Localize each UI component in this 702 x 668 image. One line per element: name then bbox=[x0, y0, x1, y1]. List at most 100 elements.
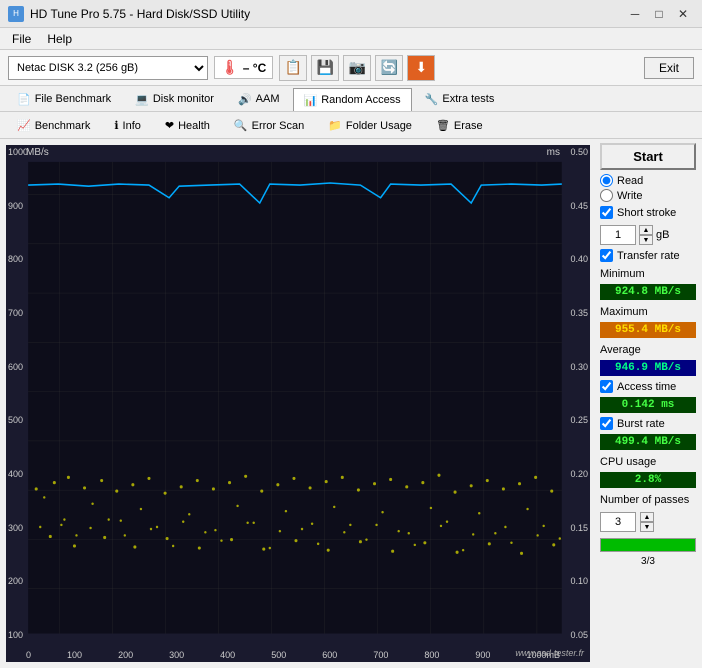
extra-tests-icon: 🔧 bbox=[425, 93, 439, 106]
chart-svg bbox=[6, 145, 590, 662]
tab-aam-label: AAM bbox=[256, 93, 280, 105]
passes-input[interactable] bbox=[600, 512, 636, 532]
transfer-rate-checkbox[interactable] bbox=[600, 249, 613, 262]
passes-up-button[interactable]: ▲ bbox=[640, 512, 654, 522]
read-label: Read bbox=[617, 175, 643, 187]
burst-rate-checkbox[interactable] bbox=[600, 417, 613, 430]
temperature-display: 🌡 – °C bbox=[214, 56, 273, 79]
disk-monitor-icon: 💻 bbox=[135, 93, 149, 106]
burst-rate-value: 499.4 MB/s bbox=[600, 434, 696, 450]
tab-file-benchmark[interactable]: 📄 File Benchmark bbox=[6, 86, 122, 111]
temperature-value: – °C bbox=[243, 61, 266, 75]
tab-extra-tests-label: Extra tests bbox=[442, 93, 494, 105]
stroke-value-row: ▲ ▼ gB bbox=[600, 225, 696, 245]
maximum-label: Maximum bbox=[600, 306, 696, 318]
info-icon: ℹ bbox=[114, 119, 118, 132]
folder-usage-icon: 📁 bbox=[328, 119, 342, 132]
tab-info[interactable]: ℹ Info bbox=[103, 112, 152, 138]
tab-folder-usage[interactable]: 📁 Folder Usage bbox=[317, 112, 423, 138]
random-access-icon: 📊 bbox=[304, 94, 318, 107]
minimize-button[interactable]: ─ bbox=[624, 3, 646, 25]
tab-health-label: Health bbox=[178, 120, 210, 132]
error-scan-icon: 🔍 bbox=[234, 119, 248, 132]
watermark: www.ssd-tester.fr bbox=[515, 648, 584, 658]
write-radio[interactable] bbox=[600, 189, 613, 202]
maximum-value: 955.4 MB/s bbox=[600, 322, 696, 338]
tab-error-scan[interactable]: 🔍 Error Scan bbox=[223, 112, 315, 138]
cpu-usage-value: 2.8% bbox=[600, 472, 696, 488]
tabs-row-1: 📄 File Benchmark 💻 Disk monitor 🔊 AAM 📊 … bbox=[0, 86, 702, 112]
read-radio-row[interactable]: Read bbox=[600, 174, 696, 187]
exit-button[interactable]: Exit bbox=[644, 57, 694, 79]
title-bar-text: HD Tune Pro 5.75 - Hard Disk/SSD Utility bbox=[30, 7, 250, 21]
benchmark-icon: 📈 bbox=[17, 119, 31, 132]
right-panel: Start Read Write Short stroke ▲ ▼ gB bbox=[594, 139, 702, 668]
access-time-value: 0.142 ms bbox=[600, 397, 696, 413]
access-time-row[interactable]: Access time bbox=[600, 380, 696, 393]
tab-extra-tests[interactable]: 🔧 Extra tests bbox=[414, 86, 506, 111]
tab-folder-usage-label: Folder Usage bbox=[346, 120, 412, 132]
app-icon: H bbox=[8, 6, 24, 22]
toolbar-icon-1[interactable]: 📋 bbox=[279, 55, 307, 81]
main-area: MB/s ms 1000 900 800 700 600 500 400 300… bbox=[0, 139, 702, 668]
minimum-label: Minimum bbox=[600, 268, 696, 280]
maximize-button[interactable]: □ bbox=[648, 3, 670, 25]
minimum-value: 924.8 MB/s bbox=[600, 284, 696, 300]
passes-down-button[interactable]: ▼ bbox=[640, 522, 654, 532]
short-stroke-spinners: ▲ ▼ bbox=[639, 225, 653, 245]
tab-benchmark-label: Benchmark bbox=[35, 120, 91, 132]
tab-file-benchmark-label: File Benchmark bbox=[35, 93, 111, 105]
average-value: 946.9 MB/s bbox=[600, 360, 696, 376]
progress-text: 3/3 bbox=[600, 556, 696, 567]
write-label: Write bbox=[617, 190, 642, 202]
x-axis-labels: 0 100 200 300 400 500 600 700 800 900 10… bbox=[26, 650, 560, 660]
window-controls: ─ □ ✕ bbox=[624, 3, 694, 25]
toolbar-icons: 📋 💾 📷 🔄 ⬇ bbox=[279, 55, 435, 81]
access-time-checkbox[interactable] bbox=[600, 380, 613, 393]
aam-icon: 🔊 bbox=[238, 93, 252, 106]
tab-aam[interactable]: 🔊 AAM bbox=[227, 86, 291, 111]
menu-help[interactable]: Help bbox=[39, 30, 80, 48]
burst-rate-label: Burst rate bbox=[617, 418, 665, 430]
health-icon: ❤ bbox=[165, 119, 174, 132]
toolbar: Netac DISK 3.2 (256 gB) 🌡 – °C 📋 💾 📷 🔄 ⬇… bbox=[0, 50, 702, 86]
menu-bar: File Help bbox=[0, 28, 702, 50]
transfer-rate-label: Transfer rate bbox=[617, 250, 680, 262]
thermometer-icon: 🌡 bbox=[221, 59, 239, 76]
passes-label: Number of passes bbox=[600, 494, 696, 506]
stroke-up-button[interactable]: ▲ bbox=[639, 225, 653, 235]
short-stroke-row[interactable]: Short stroke bbox=[600, 206, 696, 219]
title-bar: H HD Tune Pro 5.75 - Hard Disk/SSD Utili… bbox=[0, 0, 702, 28]
tab-benchmark[interactable]: 📈 Benchmark bbox=[6, 112, 101, 138]
tab-info-label: Info bbox=[123, 120, 141, 132]
disk-selector[interactable]: Netac DISK 3.2 (256 gB) bbox=[8, 56, 208, 80]
short-stroke-label: Short stroke bbox=[617, 207, 676, 219]
start-button[interactable]: Start bbox=[600, 143, 696, 170]
chart-container: MB/s ms 1000 900 800 700 600 500 400 300… bbox=[6, 145, 590, 662]
tab-erase[interactable]: 🗑 Erase bbox=[425, 112, 494, 138]
read-radio[interactable] bbox=[600, 174, 613, 187]
burst-rate-row[interactable]: Burst rate bbox=[600, 417, 696, 430]
tab-error-scan-label: Error Scan bbox=[252, 120, 305, 132]
toolbar-icon-5[interactable]: ⬇ bbox=[407, 55, 435, 81]
write-radio-row[interactable]: Write bbox=[600, 189, 696, 202]
stroke-down-button[interactable]: ▼ bbox=[639, 235, 653, 245]
short-stroke-input[interactable] bbox=[600, 225, 636, 245]
toolbar-icon-4[interactable]: 🔄 bbox=[375, 55, 403, 81]
close-button[interactable]: ✕ bbox=[672, 3, 694, 25]
toolbar-icon-3[interactable]: 📷 bbox=[343, 55, 371, 81]
tab-random-access[interactable]: 📊 Random Access bbox=[293, 88, 412, 111]
tab-disk-monitor[interactable]: 💻 Disk monitor bbox=[124, 86, 225, 111]
tab-health[interactable]: ❤ Health bbox=[154, 112, 221, 138]
toolbar-icon-2[interactable]: 💾 bbox=[311, 55, 339, 81]
file-benchmark-icon: 📄 bbox=[17, 93, 31, 106]
stroke-unit: gB bbox=[656, 229, 669, 241]
menu-file[interactable]: File bbox=[4, 30, 39, 48]
passes-row: ▲ ▼ bbox=[600, 512, 696, 532]
average-label: Average bbox=[600, 344, 696, 356]
tabs-row-2: 📈 Benchmark ℹ Info ❤ Health 🔍 Error Scan… bbox=[0, 112, 702, 138]
progress-bar-container bbox=[600, 538, 696, 552]
short-stroke-checkbox[interactable] bbox=[600, 206, 613, 219]
tab-random-access-label: Random Access bbox=[321, 94, 400, 106]
transfer-rate-row[interactable]: Transfer rate bbox=[600, 249, 696, 262]
